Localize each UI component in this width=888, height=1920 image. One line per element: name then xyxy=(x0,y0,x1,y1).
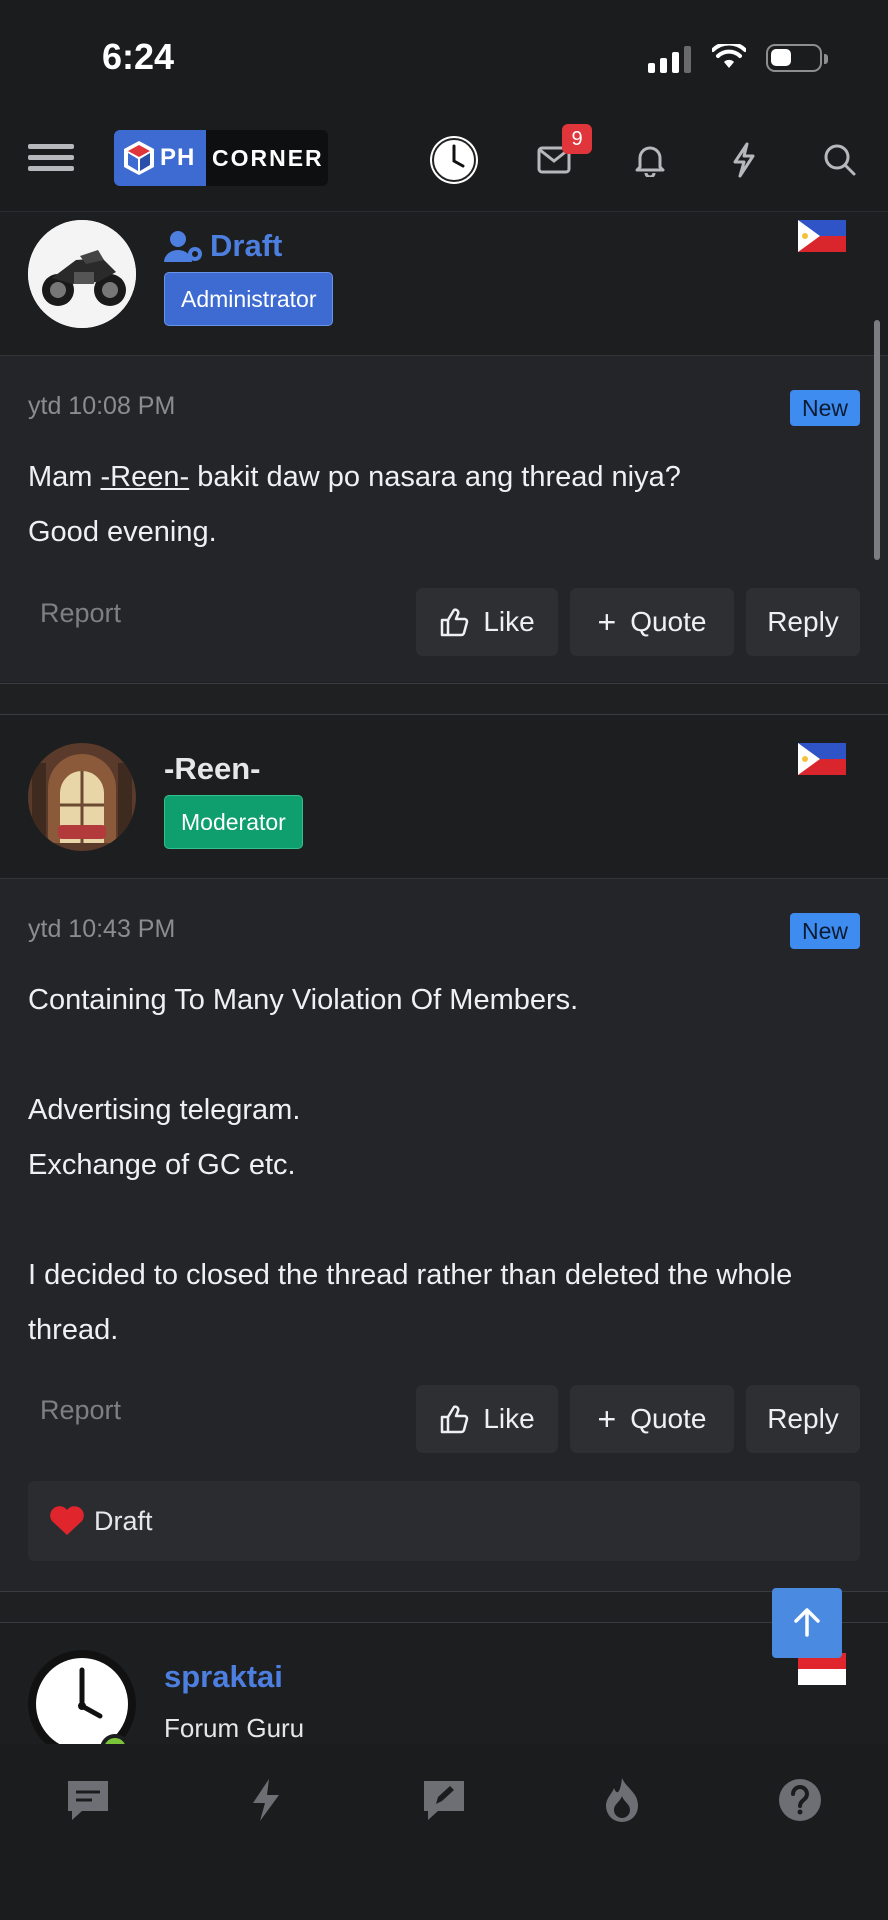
menu-icon[interactable] xyxy=(28,138,74,184)
like-label: Like xyxy=(483,1403,535,1434)
new-tag: New xyxy=(790,390,860,426)
message-text: Mam xyxy=(28,461,101,493)
logo-text-corner: CORNER xyxy=(212,144,324,171)
avatar[interactable] xyxy=(28,220,136,328)
post-timestamp[interactable]: ytd 10:43 PM xyxy=(28,915,175,944)
new-post-edit-icon[interactable] xyxy=(414,1770,474,1830)
like-button[interactable]: Like xyxy=(416,1385,558,1453)
reply-button[interactable]: Reply xyxy=(746,588,860,656)
help-question-icon[interactable] xyxy=(770,1770,830,1830)
arrow-up-icon xyxy=(794,1608,820,1637)
quote-button[interactable]: + Quote xyxy=(570,1385,734,1453)
whats-new-clock-icon[interactable] xyxy=(426,132,482,188)
post-username[interactable]: spraktai xyxy=(164,1659,283,1695)
trending-flame-icon[interactable] xyxy=(592,1770,652,1830)
whats-new-bolt-icon[interactable] xyxy=(236,1770,296,1830)
top-navbar: PH CORNER 9 xyxy=(0,118,888,212)
user-title: Forum Guru xyxy=(164,1713,305,1743)
thumbs-up-icon xyxy=(441,608,469,637)
plus-icon: + xyxy=(597,1400,617,1437)
motorcycle-avatar-image xyxy=(28,220,136,328)
status-time: 6:24 xyxy=(102,36,175,77)
reaction-user[interactable]: Draft xyxy=(94,1506,153,1537)
quote-label: Quote xyxy=(630,606,707,637)
reactions-bar[interactable]: Draft xyxy=(28,1481,860,1561)
bell-icon[interactable] xyxy=(622,132,678,188)
logo-mark-icon xyxy=(124,141,154,175)
role-badge-moderator: Moderator xyxy=(164,795,303,849)
avatar[interactable] xyxy=(28,743,136,851)
library-room-avatar-image xyxy=(28,743,136,851)
search-icon[interactable] xyxy=(812,132,868,188)
post-username[interactable]: -Reen- xyxy=(164,751,260,787)
post-message: Mam -Reen- bakit daw po nasara ang threa… xyxy=(28,450,858,560)
role-badge-administrator: Administrator xyxy=(164,272,334,326)
post-user-header: spraktai Forum Guru xyxy=(0,1623,888,1758)
post-user-header: Draft Administrator xyxy=(0,212,888,356)
bottom-tab-bar xyxy=(0,1744,888,1920)
philippines-flag-icon xyxy=(798,743,846,775)
reply-button[interactable]: Reply xyxy=(746,1385,860,1453)
post-username[interactable]: Draft xyxy=(210,228,282,264)
heart-icon xyxy=(50,1506,84,1535)
post-body: ytd 10:43 PM New Containing To Many Viol… xyxy=(0,879,888,1591)
scroll-to-top-button[interactable] xyxy=(772,1588,842,1658)
report-link[interactable]: Report xyxy=(40,598,121,629)
new-tag: New xyxy=(790,913,860,949)
scrollbar[interactable] xyxy=(874,320,880,560)
user-mention-link[interactable]: -Reen- xyxy=(101,461,190,493)
plus-icon: + xyxy=(597,603,617,640)
quote-label: Quote xyxy=(630,1403,707,1434)
post-timestamp[interactable]: ytd 10:08 PM xyxy=(28,392,175,421)
forums-chat-icon[interactable] xyxy=(58,1770,118,1830)
inbox-count-badge: 9 xyxy=(562,124,592,154)
site-logo[interactable]: PH CORNER xyxy=(114,130,328,186)
report-link[interactable]: Report xyxy=(40,1395,121,1426)
cellular-signal-icon xyxy=(648,46,691,73)
post-spacer xyxy=(0,1592,888,1622)
like-button[interactable]: Like xyxy=(416,588,558,656)
post-spacer xyxy=(0,684,888,714)
quote-button[interactable]: + Quote xyxy=(570,588,734,656)
reply-label: Reply xyxy=(767,606,839,637)
logo-text-ph: PH xyxy=(160,144,196,171)
staff-user-icon xyxy=(164,231,202,262)
post-body: ytd 10:08 PM New Mam -Reen- bakit daw po… xyxy=(0,356,888,682)
battery-icon xyxy=(766,44,828,72)
wifi-icon xyxy=(712,44,746,68)
post-message: Containing To Many Violation Of Members.… xyxy=(28,984,793,1346)
post-user-header: -Reen- Moderator xyxy=(0,715,888,879)
bolt-icon[interactable] xyxy=(716,132,772,188)
reply-label: Reply xyxy=(767,1403,839,1434)
thumbs-up-icon xyxy=(441,1405,469,1434)
like-label: Like xyxy=(483,606,535,637)
philippines-flag-icon xyxy=(798,220,846,252)
status-bar: 6:24 xyxy=(0,0,888,118)
